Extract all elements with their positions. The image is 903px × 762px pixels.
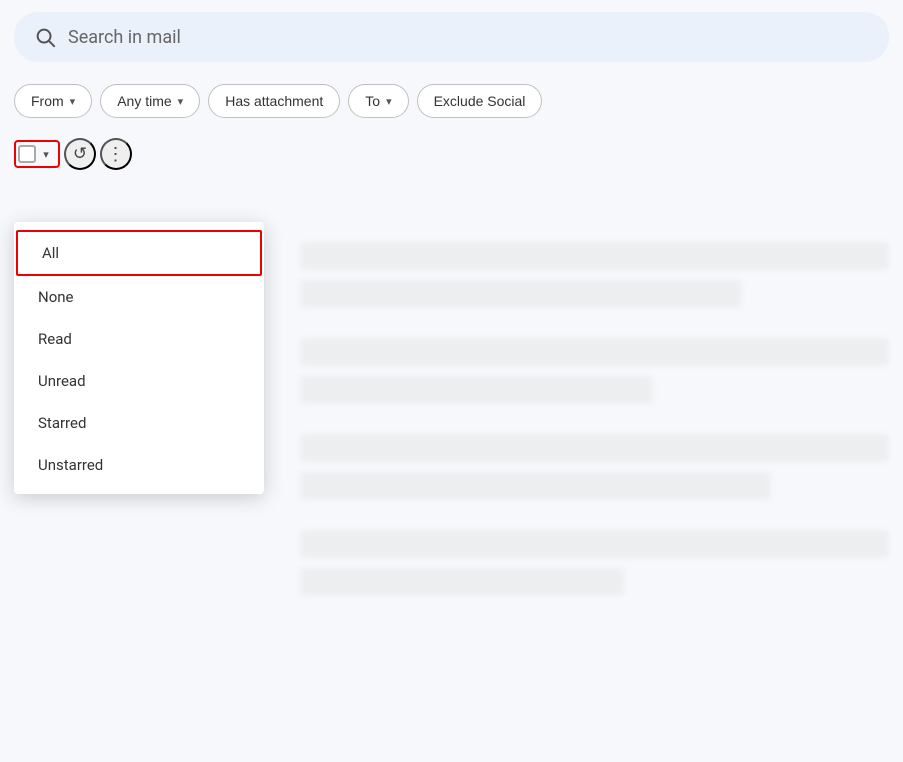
from-chevron-icon: ▾ bbox=[70, 95, 76, 108]
more-options-icon: ⋮ bbox=[107, 144, 126, 165]
filter-bar: From ▾ Any time ▾ Has attachment To ▾ Ex… bbox=[0, 74, 903, 132]
more-options-button[interactable]: ⋮ bbox=[100, 138, 132, 170]
blurred-content-right bbox=[300, 232, 889, 762]
select-checkbox[interactable] bbox=[18, 145, 36, 163]
to-filter-label: To bbox=[365, 93, 380, 109]
attachment-filter-label: Has attachment bbox=[225, 93, 323, 109]
exclude-social-filter-button[interactable]: Exclude Social bbox=[417, 84, 543, 118]
exclude-social-filter-label: Exclude Social bbox=[434, 93, 526, 109]
toolbar-row: ▾ ↺ ⋮ bbox=[0, 132, 903, 170]
select-all-checkbox-wrap[interactable]: ▾ bbox=[14, 140, 60, 168]
dropdown-item-none[interactable]: None bbox=[14, 276, 264, 318]
time-filter-button[interactable]: Any time ▾ bbox=[100, 84, 200, 118]
from-filter-button[interactable]: From ▾ bbox=[14, 84, 92, 118]
time-filter-label: Any time bbox=[117, 93, 171, 109]
from-filter-label: From bbox=[31, 93, 64, 109]
select-dropdown-chevron[interactable]: ▾ bbox=[36, 144, 56, 164]
select-dropdown-menu: All None Read Unread Starred Unstarred bbox=[14, 222, 264, 494]
attachment-filter-button[interactable]: Has attachment bbox=[208, 84, 340, 118]
dropdown-item-unstarred[interactable]: Unstarred bbox=[14, 444, 264, 486]
dropdown-item-all[interactable]: All bbox=[16, 230, 262, 276]
dropdown-item-read[interactable]: Read bbox=[14, 318, 264, 360]
search-placeholder: Search in mail bbox=[68, 27, 181, 48]
dropdown-item-unread[interactable]: Unread bbox=[14, 360, 264, 402]
time-chevron-icon: ▾ bbox=[178, 95, 184, 108]
refresh-icon: ↺ bbox=[73, 144, 87, 164]
search-icon bbox=[34, 26, 56, 48]
to-chevron-icon: ▾ bbox=[386, 95, 392, 108]
search-bar[interactable]: Search in mail bbox=[14, 12, 889, 62]
to-filter-button[interactable]: To ▾ bbox=[348, 84, 408, 118]
refresh-button[interactable]: ↺ bbox=[64, 138, 96, 170]
dropdown-item-starred[interactable]: Starred bbox=[14, 402, 264, 444]
